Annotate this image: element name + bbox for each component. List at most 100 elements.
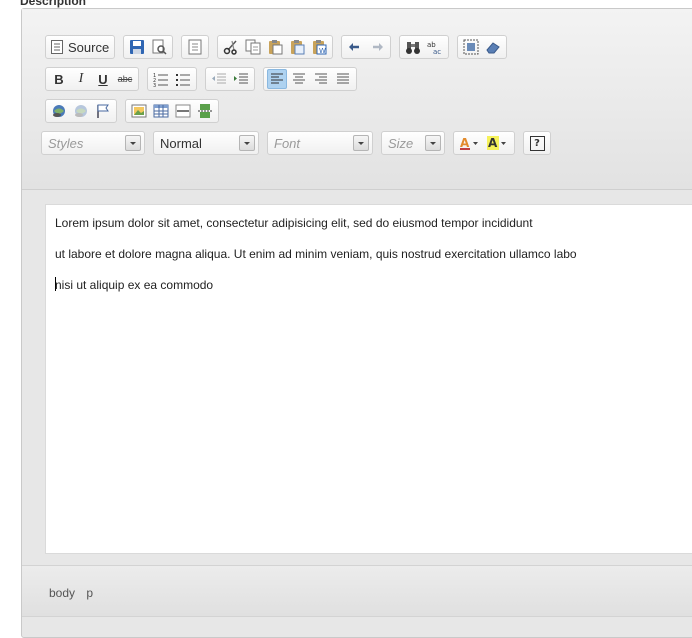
align-right-button[interactable] [311,69,331,89]
chevron-down-icon[interactable] [239,135,255,151]
cut-button[interactable] [221,37,241,57]
svg-text:W: W [319,47,326,55]
undo-icon [349,43,360,51]
toolbar-row-2: B I U abc 123 [45,66,365,92]
toolbar-group-find: ab ac [399,35,450,59]
paste-word-button[interactable]: W [309,37,329,57]
about-button[interactable]: ? [527,133,547,153]
align-left-button[interactable] [267,69,287,89]
indent-button[interactable] [231,69,251,89]
horizontal-rule-button[interactable] [173,101,193,121]
editor-status-bar: body p [22,565,692,617]
table-button[interactable] [151,101,171,121]
path-item-body[interactable]: body [49,586,75,600]
elements-path: body p [49,586,101,600]
table-icon [153,104,169,118]
numbered-list-button[interactable]: 123 [151,69,171,89]
bold-button[interactable]: B [49,69,69,89]
flag-icon [97,104,109,118]
font-combo[interactable]: Font [267,131,373,155]
field-label: Description [20,0,87,8]
copy-button[interactable] [243,37,263,57]
size-combo[interactable]: Size [381,131,445,155]
svg-text:A: A [460,136,470,150]
toolbar-group-clipboard: W [217,35,334,59]
source-icon [51,40,63,54]
text-color-button[interactable]: A [457,133,483,153]
background-color-icon: A [487,136,506,150]
toolbar-group-about: ? [523,131,551,155]
image-button[interactable] [129,101,149,121]
scissors-icon [223,40,237,55]
redo-icon [373,43,384,51]
content-line-3: nisi ut aliquip ex ea commodo [55,275,692,295]
indent-icon [234,73,248,84]
outdent-button[interactable] [209,69,229,89]
templates-icon [188,39,202,55]
chevron-down-icon[interactable] [425,135,441,151]
select-all-icon [463,39,479,55]
toolbar-row-1: Source W ab ac [45,34,515,60]
remove-format-button[interactable] [483,37,503,57]
toolbar-group-basicstyles: B I U abc [45,67,139,91]
italic-button[interactable]: I [71,69,91,89]
bulleted-list-icon [176,74,190,86]
toolbar-group-colors: A A [453,131,515,155]
editor-content[interactable]: Lorem ipsum dolor sit amet, consectetur … [45,204,692,554]
svg-text:A: A [488,136,498,150]
source-button[interactable]: Source [49,37,111,57]
bulleted-list-button[interactable] [173,69,193,89]
chevron-down-icon[interactable] [125,135,141,151]
preview-button[interactable] [149,37,169,57]
toolbar-group-save [123,35,174,59]
align-right-icon [315,73,327,84]
styles-combo[interactable]: Styles [41,131,145,155]
editor-toolbar: Source W ab ac B I U abc 1 2 3 Styles No… [22,9,692,190]
undo-button[interactable] [345,37,365,57]
replace-button[interactable]: ab ac [425,37,445,57]
format-combo[interactable]: Normal [153,131,259,155]
align-center-icon [293,73,305,84]
strikethrough-button[interactable]: abc [115,69,135,89]
paste-text-button[interactable] [287,37,307,57]
horizontal-rule-icon [175,104,191,118]
paste-text-icon [291,40,305,55]
copy-icon [245,39,261,55]
toolbar-group-templates [181,35,210,59]
toolbar-group-insert [125,99,219,123]
numbered-list-icon: 123 [153,73,168,87]
save-button[interactable] [127,37,147,57]
redo-button[interactable] [367,37,387,57]
rich-text-editor: Source W ab ac B I U abc 1 2 3 Styles No… [21,8,692,638]
toolbar-group-select [457,35,508,59]
link-icon [53,105,65,117]
align-center-button[interactable] [289,69,309,89]
paste-icon [269,40,283,55]
save-icon [130,40,145,54]
path-item-p[interactable]: p [86,586,93,600]
find-button[interactable] [403,37,423,57]
outdent-icon [212,73,226,84]
toolbar-group-undo [341,35,392,59]
align-left-icon [271,73,283,84]
background-color-button[interactable]: A [485,133,511,153]
unlink-button[interactable] [71,101,91,121]
select-all-button[interactable] [461,37,481,57]
underline-button[interactable]: U [93,69,113,89]
content-line-1: Lorem ipsum dolor sit amet, consectetur … [55,216,533,230]
anchor-button[interactable] [93,101,113,121]
link-button[interactable] [49,101,69,121]
paste-button[interactable] [265,37,285,57]
help-icon: ? [529,135,545,151]
eraser-icon [486,42,500,54]
page-break-button[interactable] [195,101,215,121]
format-combo-value: Normal [160,135,202,151]
source-button-label: Source [68,39,110,55]
templates-button[interactable] [185,37,205,57]
justify-button[interactable] [333,69,353,89]
justify-icon [337,73,349,84]
text-color-icon: A [460,136,478,150]
chevron-down-icon[interactable] [353,135,369,151]
binoculars-icon [406,42,421,54]
toolbar-group-links [45,99,117,123]
